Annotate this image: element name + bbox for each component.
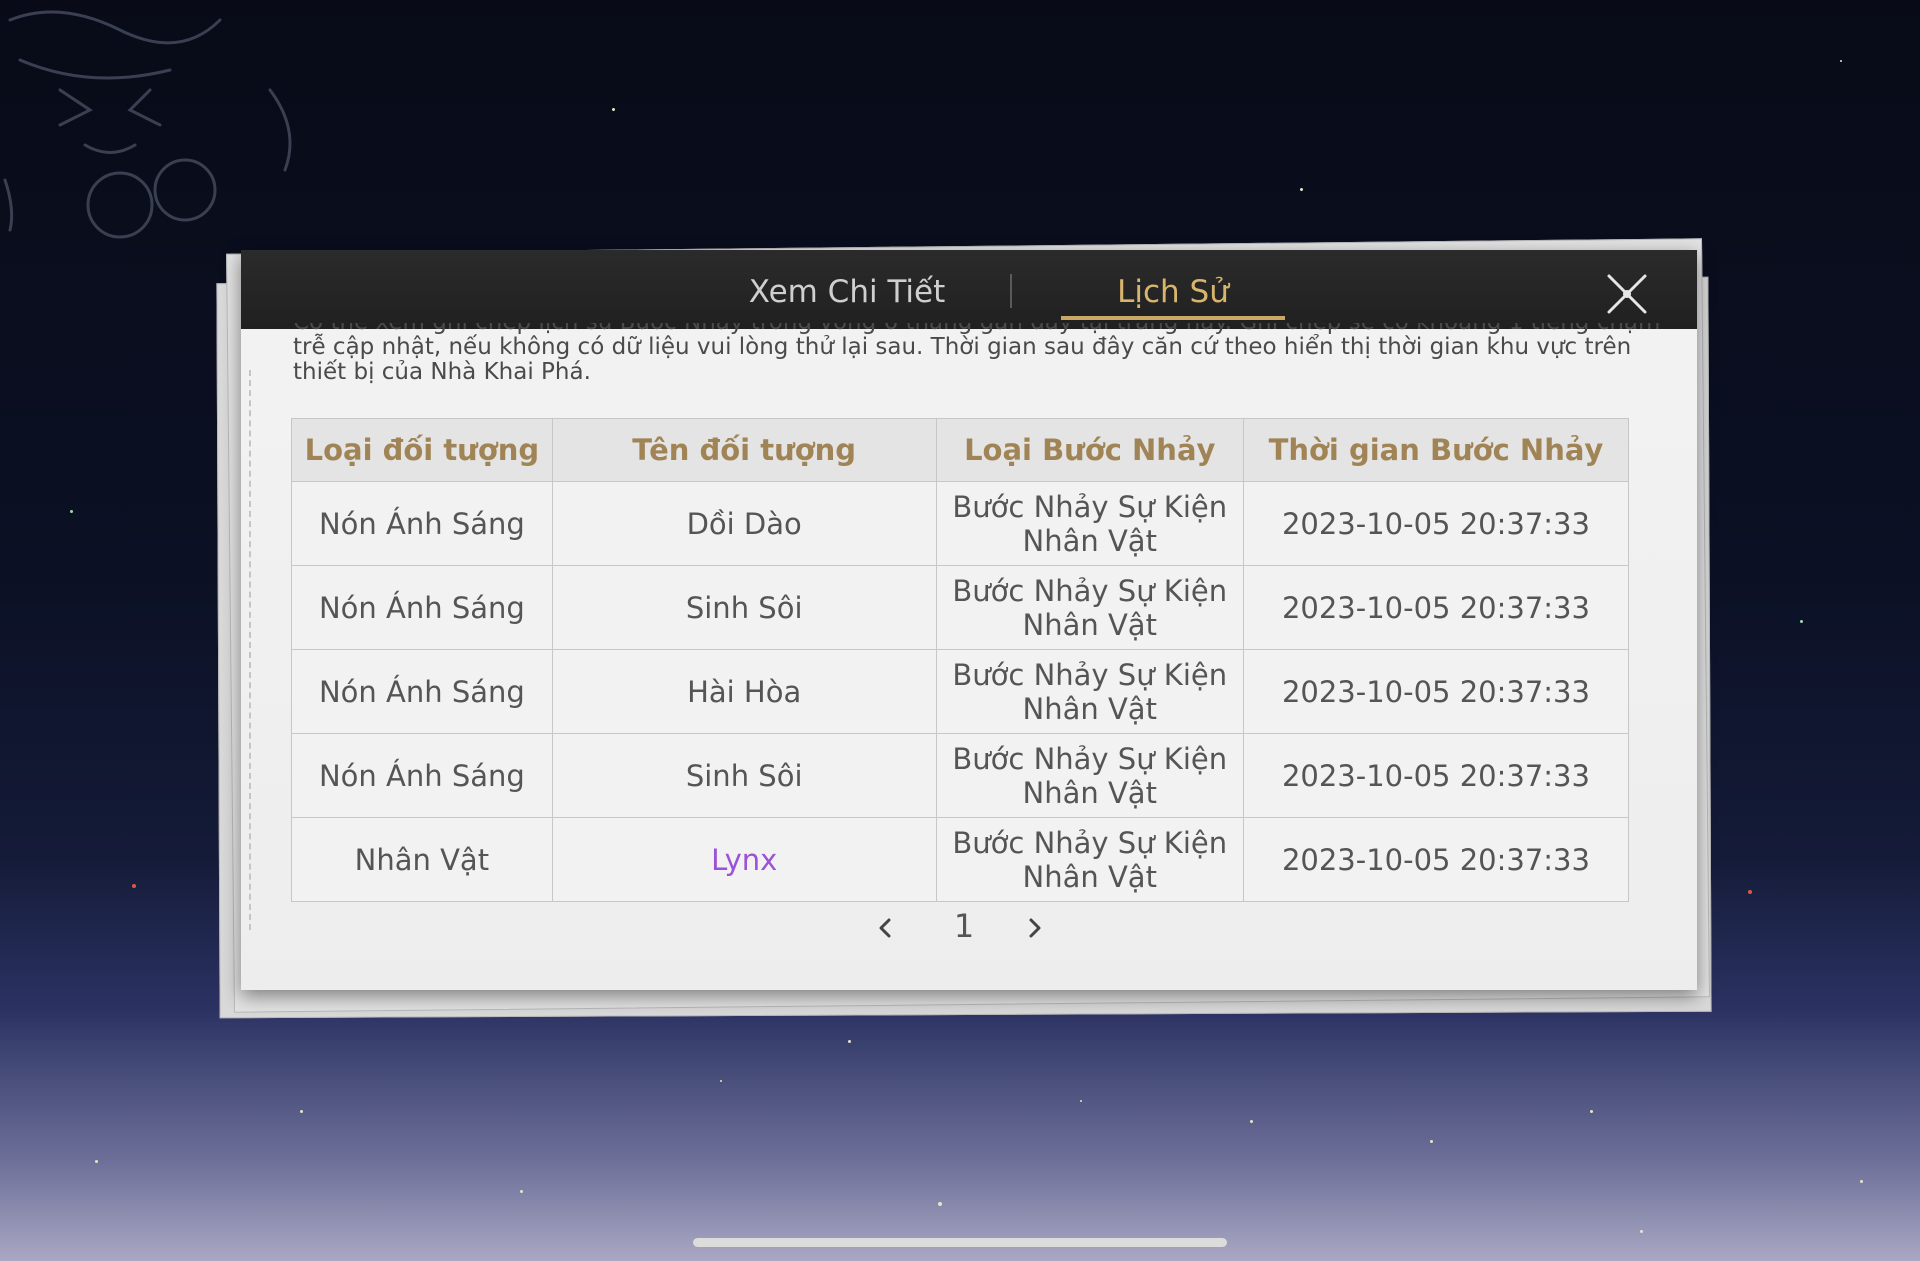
cell-item-type: Nón Ánh Sáng bbox=[291, 733, 553, 818]
star bbox=[720, 1080, 722, 1082]
cell-warp-type: Bước Nhảy Sự Kiện Nhân Vật bbox=[935, 481, 1244, 566]
page-number: 1 bbox=[953, 907, 975, 945]
history-notice-text: Có thể xem ghi chép lịch sử Bước Nhảy tr… bbox=[293, 323, 1660, 385]
table-header-row: Loại đối tượng Tên đối tượng Loại Bước N… bbox=[291, 418, 1630, 482]
cell-warp-time: 2023-10-05 20:37:33 bbox=[1242, 733, 1630, 818]
star bbox=[520, 1190, 523, 1193]
star bbox=[95, 1160, 98, 1163]
cell-warp-time: 2023-10-05 20:37:33 bbox=[1242, 649, 1630, 734]
star bbox=[132, 884, 136, 888]
cell-warp-time: 2023-10-05 20:37:33 bbox=[1242, 565, 1630, 650]
cell-item-name: Dồi Dào bbox=[551, 481, 937, 566]
star bbox=[1250, 1120, 1253, 1123]
star bbox=[938, 1202, 942, 1206]
star bbox=[848, 1040, 851, 1043]
cell-warp-time: 2023-10-05 20:37:33 bbox=[1242, 817, 1630, 902]
star bbox=[612, 108, 615, 111]
star bbox=[1430, 1140, 1433, 1143]
dialog-header: Xem Chi Tiết Lịch Sử bbox=[241, 250, 1697, 329]
table-row: Nón Ánh Sáng Sinh Sôi Bước Nhảy Sự Kiện … bbox=[291, 565, 1630, 650]
cell-item-name: Lynx bbox=[551, 817, 937, 902]
cell-warp-time: 2023-10-05 20:37:33 bbox=[1242, 481, 1630, 566]
tab-history-label: Lịch Sử bbox=[1117, 274, 1229, 310]
cell-item-name: Sinh Sôi bbox=[551, 565, 937, 650]
column-header-item-type: Loại đối tượng bbox=[291, 418, 553, 482]
tab-view-details[interactable]: Xem Chi Tiết bbox=[697, 270, 997, 320]
cell-item-type: Nón Ánh Sáng bbox=[291, 649, 553, 734]
cell-item-name: Hài Hòa bbox=[551, 649, 937, 734]
tab-divider bbox=[1010, 274, 1012, 308]
cell-warp-type: Bước Nhảy Sự Kiện Nhân Vật bbox=[935, 817, 1244, 902]
column-header-item-name: Tên đối tượng bbox=[551, 418, 937, 482]
tab-history[interactable]: Lịch Sử bbox=[1061, 270, 1285, 320]
star bbox=[300, 1110, 303, 1113]
active-tab-underline bbox=[1061, 316, 1285, 320]
star bbox=[1748, 890, 1752, 894]
history-notice: Có thể xem ghi chép lịch sử Bước Nhảy tr… bbox=[293, 323, 1673, 395]
table-row: Nhân Vật Lynx Bước Nhảy Sự Kiện Nhân Vật… bbox=[291, 817, 1630, 902]
column-header-warp-time: Thời gian Bước Nhảy bbox=[1242, 418, 1630, 482]
warp-history-dialog: Xem Chi Tiết Lịch Sử Có thể xem ghi chép… bbox=[241, 250, 1697, 990]
cell-warp-type: Bước Nhảy Sự Kiện Nhân Vật bbox=[935, 565, 1244, 650]
star bbox=[1300, 188, 1303, 191]
star bbox=[1860, 1180, 1863, 1183]
home-indicator[interactable] bbox=[693, 1238, 1227, 1247]
star bbox=[70, 510, 73, 513]
star bbox=[1840, 60, 1842, 62]
table-row: Nón Ánh Sáng Hài Hòa Bước Nhảy Sự Kiện N… bbox=[291, 649, 1630, 734]
warp-history-table: Loại đối tượng Tên đối tượng Loại Bước N… bbox=[291, 418, 1630, 902]
chevron-right-icon[interactable] bbox=[1020, 913, 1050, 943]
cell-item-type: Nhân Vật bbox=[291, 817, 553, 902]
pagination: 1 bbox=[241, 905, 1697, 955]
star bbox=[1800, 620, 1803, 623]
cell-warp-type: Bước Nhảy Sự Kiện Nhân Vật bbox=[935, 649, 1244, 734]
character-doodle-graphic bbox=[3, 10, 292, 239]
table-row: Nón Ánh Sáng Sinh Sôi Bước Nhảy Sự Kiện … bbox=[291, 733, 1630, 818]
table-row: Nón Ánh Sáng Dồi Dào Bước Nhảy Sự Kiện N… bbox=[291, 481, 1630, 566]
chevron-left-icon[interactable] bbox=[870, 913, 900, 943]
star bbox=[1590, 1110, 1593, 1113]
cell-item-type: Nón Ánh Sáng bbox=[291, 481, 553, 566]
cell-item-type: Nón Ánh Sáng bbox=[291, 565, 553, 650]
star bbox=[1080, 1100, 1082, 1102]
cell-item-name: Sinh Sôi bbox=[551, 733, 937, 818]
close-icon[interactable] bbox=[1603, 270, 1651, 318]
star bbox=[1640, 1230, 1643, 1233]
column-header-warp-type: Loại Bước Nhảy bbox=[935, 418, 1244, 482]
cell-warp-type: Bước Nhảy Sự Kiện Nhân Vật bbox=[935, 733, 1244, 818]
